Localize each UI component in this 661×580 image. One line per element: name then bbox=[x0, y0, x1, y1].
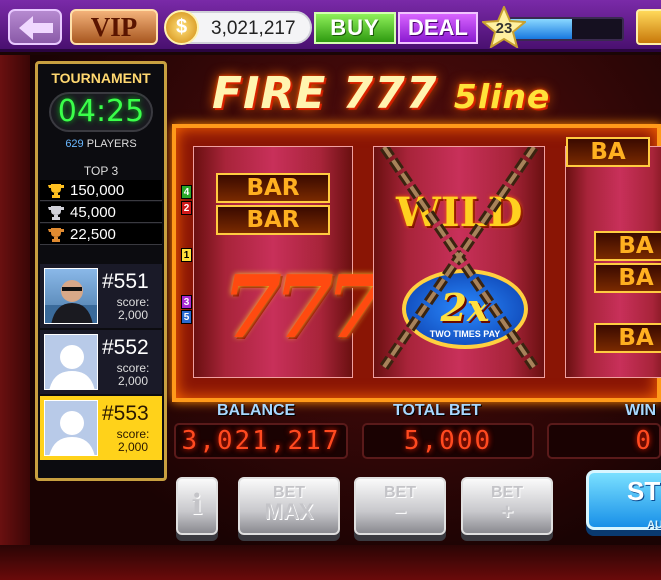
bar-symbol: BAR bbox=[216, 173, 330, 203]
bar-symbol: BA bbox=[594, 323, 661, 353]
player-rank: #551 bbox=[102, 270, 149, 293]
bar-symbol: BA bbox=[594, 263, 661, 293]
win-display: 0 bbox=[547, 423, 661, 459]
coin-balance: $ 3,021,217 bbox=[164, 10, 312, 45]
coin-icon: $ bbox=[164, 10, 199, 45]
silver-trophy-icon bbox=[48, 206, 64, 220]
gold-trophy-icon bbox=[48, 184, 64, 198]
machine-title-suffix: 5line bbox=[453, 77, 551, 116]
payline-1-marker: 1 bbox=[181, 248, 192, 262]
player-score: score: 2,000 bbox=[116, 295, 150, 322]
player-photo-icon bbox=[45, 280, 97, 323]
player-rank: #553 bbox=[102, 402, 149, 425]
leaderboard-row[interactable]: #551 score: 2,000 bbox=[40, 264, 162, 328]
tournament-title: TOURNAMENT bbox=[51, 70, 151, 86]
payline-3-marker: 3 bbox=[181, 295, 192, 309]
spin-label: ST bbox=[627, 476, 661, 506]
player-score: score: 2,000 bbox=[116, 427, 150, 454]
reel-2: WILD 2x TWO TIMES PAY bbox=[373, 146, 545, 378]
info-button[interactable]: i bbox=[176, 477, 218, 535]
auto-label: AU bbox=[647, 519, 661, 531]
coin-amount: 3,021,217 bbox=[211, 18, 296, 39]
player-avatar bbox=[44, 268, 98, 324]
buy-button[interactable]: BUY bbox=[314, 12, 396, 44]
player-rank: #552 bbox=[102, 336, 149, 359]
bar-symbol: BA bbox=[566, 137, 650, 167]
total-bet-display: 5,000 bbox=[362, 423, 534, 459]
default-avatar-icon bbox=[45, 401, 97, 455]
reel-1: BAR BAR 777 bbox=[193, 146, 386, 378]
machine-title: FIRE 777 5line bbox=[212, 68, 550, 119]
player-score: score: 2,000 bbox=[116, 361, 150, 388]
players-count: 629 PLAYERS bbox=[38, 138, 164, 150]
top3-score-1: 150,000 bbox=[70, 182, 125, 199]
win-label: WIN bbox=[625, 402, 657, 419]
bar-symbol: BAR bbox=[216, 205, 330, 235]
bet-max-button[interactable]: BET MAX bbox=[238, 477, 340, 535]
machine-left-edge bbox=[0, 55, 30, 580]
back-button[interactable] bbox=[8, 9, 62, 45]
balance-label: BALANCE bbox=[217, 402, 296, 419]
players-number: 629 bbox=[65, 138, 84, 150]
player-avatar bbox=[44, 334, 98, 390]
top3-label: TOP 3 bbox=[83, 164, 119, 178]
gift-icon[interactable] bbox=[636, 9, 661, 45]
bar-symbol: BA bbox=[594, 231, 661, 261]
machine-floor bbox=[0, 545, 661, 580]
balance-display: 3,021,217 bbox=[174, 423, 348, 459]
plus-icon: + bbox=[500, 499, 514, 524]
bronze-trophy-icon bbox=[48, 228, 64, 242]
payline-4-marker: 4 bbox=[181, 185, 192, 199]
top3-score-2: 45,000 bbox=[70, 204, 116, 221]
leaderboard-row-current-player[interactable]: #553 score: 2,000 bbox=[40, 396, 162, 460]
minus-icon: − bbox=[393, 499, 407, 524]
locked-chains-icon bbox=[379, 147, 539, 370]
players-label: PLAYERS bbox=[86, 138, 137, 150]
top-bar: VIP $ 3,021,217 BUY DEAL 23 bbox=[0, 0, 661, 52]
top3-row-3: 22,500 bbox=[40, 224, 162, 245]
player-level: 23 bbox=[495, 20, 513, 37]
player-avatar bbox=[44, 400, 98, 456]
top3-row-1: 150,000 bbox=[40, 180, 162, 201]
payline-2-marker: 2 bbox=[181, 201, 192, 215]
spin-button[interactable]: ST AU bbox=[586, 470, 661, 531]
tournament-panel: TOURNAMENT 04:25 629 PLAYERS TOP 3 150,0… bbox=[35, 61, 167, 481]
reel-frame: BAR BAR 777 WILD 2x TWO TIMES PAY BA BA … bbox=[172, 124, 661, 402]
seven-symbol: 777 bbox=[222, 257, 386, 358]
tournament-timer: 04:25 bbox=[49, 92, 153, 132]
bet-plus-button[interactable]: BET + bbox=[461, 477, 553, 535]
bet-minus-button[interactable]: BET − bbox=[354, 477, 446, 535]
machine-title-main: FIRE 777 bbox=[212, 68, 438, 119]
reel-3: BA BA BA BA bbox=[565, 137, 661, 378]
payline-5-marker: 5 bbox=[181, 310, 192, 324]
deal-button[interactable]: DEAL bbox=[398, 12, 478, 44]
top3-score-3: 22,500 bbox=[70, 226, 116, 243]
back-arrow-icon bbox=[19, 16, 53, 40]
leaderboard-row[interactable]: #552 score: 2,000 bbox=[40, 330, 162, 394]
top3-row-2: 45,000 bbox=[40, 202, 162, 223]
vip-button[interactable]: VIP bbox=[70, 9, 158, 45]
bet-max-bottom: MAX bbox=[264, 499, 314, 524]
default-avatar-icon bbox=[45, 335, 97, 389]
total-bet-label: TOTAL BET bbox=[393, 402, 481, 419]
